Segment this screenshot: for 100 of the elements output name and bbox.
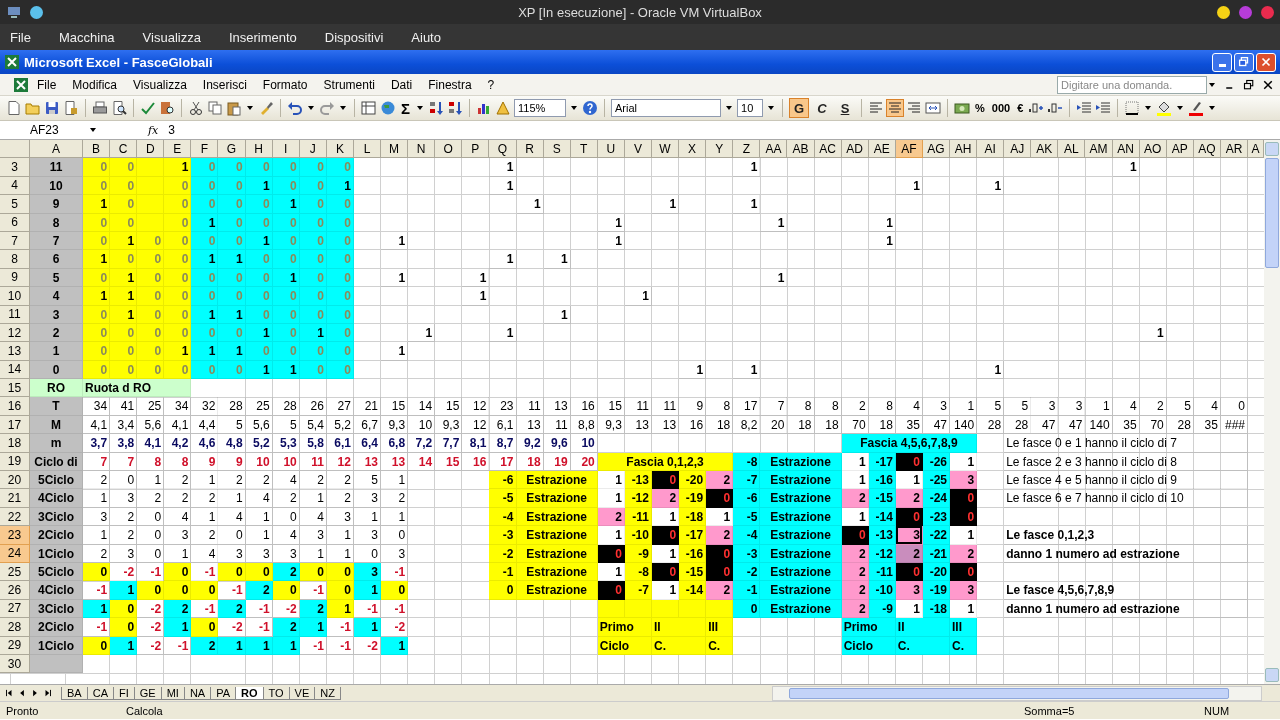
outdent-icon[interactable] (1076, 100, 1093, 116)
maximize-button[interactable] (1239, 5, 1252, 19)
excel-icon[interactable] (13, 76, 29, 93)
column-header[interactable]: F (191, 140, 219, 159)
menu-item[interactable]: Inserimento (228, 29, 297, 45)
caret-icon[interactable] (1209, 82, 1215, 87)
align-center-icon[interactable] (887, 100, 903, 116)
scroll-thumb[interactable] (1265, 158, 1279, 268)
minimize-button[interactable] (1217, 5, 1230, 19)
number-format-button[interactable]: 000 (989, 102, 1013, 114)
column-header[interactable]: P (462, 140, 490, 159)
row-header[interactable]: 18 (0, 434, 30, 453)
fill-color-icon[interactable] (1156, 100, 1173, 116)
row-header[interactable]: 23 (0, 526, 30, 545)
font-field[interactable]: Arial (611, 99, 721, 117)
column-header[interactable]: AE (868, 140, 896, 159)
row-header[interactable]: 10 (0, 287, 30, 306)
copy-icon[interactable] (207, 100, 223, 116)
minimize-button[interactable] (1212, 52, 1232, 72)
column-header[interactable]: C (110, 140, 138, 159)
banknote-icon[interactable] (954, 100, 970, 116)
vertical-scrollbar[interactable] (1264, 140, 1280, 684)
column-header[interactable]: Q (489, 140, 517, 159)
save-icon[interactable] (44, 100, 60, 116)
folder-icon[interactable] (25, 100, 41, 116)
close-icon[interactable] (1262, 78, 1274, 91)
column-header[interactable]: K (326, 140, 354, 159)
borders-icon[interactable] (1124, 100, 1141, 116)
caret-icon[interactable] (726, 106, 732, 110)
caret-icon[interactable] (571, 106, 577, 110)
column-header[interactable]: AB (787, 140, 815, 159)
column-header[interactable]: V (624, 140, 652, 159)
column-header[interactable]: AJ (1004, 140, 1032, 159)
caret-icon[interactable] (340, 106, 346, 110)
sum-button[interactable]: Σ (399, 99, 412, 117)
sheet-tab[interactable]: NA (183, 686, 212, 700)
menu-item[interactable]: File (29, 77, 65, 92)
caret-icon[interactable] (768, 106, 774, 110)
row-header[interactable]: 21 (0, 489, 30, 508)
sheet-tab[interactable]: BA (61, 686, 88, 700)
menu-item[interactable]: Strumenti (315, 77, 383, 92)
column-header[interactable]: U (597, 140, 625, 159)
help-icon[interactable] (582, 100, 598, 116)
column-header[interactable]: O (435, 140, 463, 159)
column-header[interactable]: E (164, 140, 192, 159)
last-sheet-icon[interactable] (43, 688, 53, 698)
menu-item[interactable]: ? (479, 77, 503, 92)
column-header[interactable]: J (299, 140, 327, 159)
column-header[interactable]: AN (1112, 140, 1140, 159)
sheet-tab[interactable]: MI (160, 686, 185, 700)
caret-icon[interactable] (1145, 106, 1152, 110)
scissors-icon[interactable] (188, 100, 204, 116)
merge-icon[interactable] (925, 100, 941, 116)
column-header[interactable]: D (137, 140, 165, 159)
column-header[interactable]: AK (1031, 140, 1059, 159)
column-header[interactable]: AQ (1193, 140, 1221, 159)
column-header[interactable]: AF (895, 140, 923, 159)
row-header[interactable]: 26 (0, 581, 30, 600)
column-header[interactable]: M (381, 140, 409, 159)
zoom-field[interactable]: 115% (514, 99, 566, 117)
sheet-tab[interactable]: PA (210, 686, 237, 700)
row-header[interactable]: 15 (0, 379, 30, 398)
column-header[interactable]: AO (1139, 140, 1167, 159)
sort-descending-icon[interactable] (447, 100, 463, 116)
close-button[interactable] (1256, 52, 1276, 72)
new-document-icon[interactable] (6, 100, 22, 116)
row-header[interactable]: 20 (0, 471, 30, 490)
caret-icon[interactable] (90, 128, 96, 132)
format-button[interactable]: G (789, 98, 809, 118)
column-header[interactable]: Y (706, 140, 734, 159)
menu-item[interactable]: File (10, 29, 31, 45)
font-color-icon[interactable] (1188, 100, 1205, 116)
sort-ascending-icon[interactable] (428, 100, 444, 116)
printer-icon[interactable] (92, 100, 108, 116)
restore-button[interactable] (1234, 52, 1254, 72)
row-header[interactable]: 28 (0, 618, 30, 637)
caret-icon[interactable] (308, 106, 314, 110)
menu-item[interactable]: Visualizza (142, 29, 201, 45)
function-label[interactable]: fx (148, 123, 159, 137)
column-header[interactable]: T (570, 140, 598, 159)
row-header[interactable]: 5 (0, 195, 30, 214)
column-header[interactable]: X (679, 140, 707, 159)
first-sheet-icon[interactable] (4, 688, 14, 698)
menu-item[interactable]: Inserisci (194, 77, 255, 92)
menu-item[interactable]: Dispositivi (324, 29, 384, 45)
increase-decimal-icon[interactable] (1028, 100, 1045, 116)
sheet-tab[interactable]: NZ (314, 686, 341, 700)
column-header[interactable]: N (408, 140, 436, 159)
align-left-icon[interactable] (868, 100, 884, 116)
menu-item[interactable]: Formato (254, 77, 316, 92)
redo-icon[interactable] (319, 100, 335, 116)
globe-icon[interactable] (380, 100, 396, 116)
menu-item[interactable]: Visualizza (125, 77, 195, 92)
number-format-button[interactable]: € (1015, 102, 1026, 114)
name-box[interactable]: AF23 (0, 123, 88, 137)
sheet-tab[interactable]: TO (262, 686, 290, 700)
column-header[interactable]: R (516, 140, 544, 159)
print-preview-icon[interactable] (111, 100, 127, 116)
caret-icon[interactable] (1209, 106, 1216, 110)
column-header[interactable]: AG (922, 140, 950, 159)
